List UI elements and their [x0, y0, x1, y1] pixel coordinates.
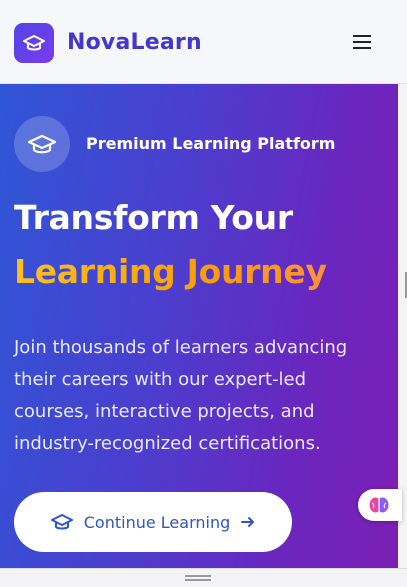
graduation-cap-icon: [23, 35, 45, 51]
hamburger-menu-icon[interactable]: [350, 32, 374, 52]
arrow-right-icon: [241, 517, 255, 527]
drag-handle[interactable]: [185, 579, 211, 581]
cta-label: Continue Learning: [83, 512, 231, 532]
logo[interactable]: [14, 23, 54, 63]
badge-text: Premium Learning Platform: [86, 134, 336, 153]
brain-icon: [369, 497, 389, 513]
app-header: NovaLearn: [0, 0, 407, 84]
drag-handle[interactable]: [185, 575, 211, 577]
brand-name[interactable]: NovaLearn: [67, 30, 202, 55]
hero-title-line1: Transform Your: [14, 198, 293, 237]
badge-icon-circle: [14, 116, 70, 172]
bottom-drag-bar: [0, 568, 407, 587]
hero-title-highlight: Learning Journey: [14, 252, 327, 291]
hero-section: Premium Learning Platform Transform Your…: [0, 84, 398, 568]
hero-description: Join thousands of learners advancing the…: [14, 337, 348, 454]
continue-learning-button[interactable]: Continue Learning: [14, 492, 292, 552]
graduation-cap-icon: [27, 134, 57, 154]
floating-assistant-button[interactable]: [358, 489, 402, 521]
graduation-cap-icon: [50, 514, 73, 530]
